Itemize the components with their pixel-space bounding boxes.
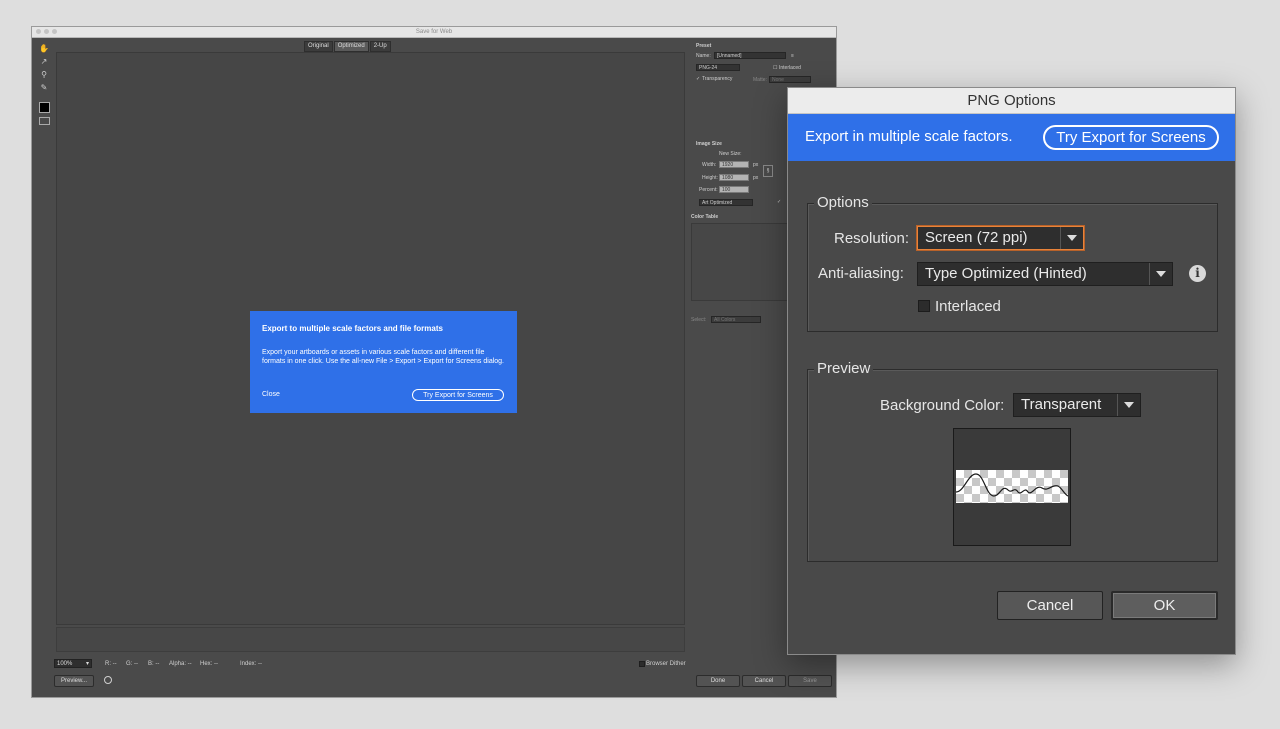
- info-icon[interactable]: i: [1189, 265, 1206, 282]
- browser-dither-label: Browser Dither: [646, 661, 686, 667]
- height-input[interactable]: 1080: [719, 174, 749, 181]
- preview-legend: Preview: [814, 360, 874, 377]
- done-button[interactable]: Done: [696, 675, 740, 687]
- resolution-select[interactable]: Screen (72 ppi): [917, 226, 1084, 250]
- transparency-check-icon[interactable]: ✓: [696, 76, 700, 82]
- green-readout: G: --: [126, 661, 138, 667]
- png-options-dialog: PNG Options Export in multiple scale fac…: [787, 87, 1236, 655]
- tab-optimized[interactable]: Optimized: [333, 41, 369, 52]
- hex-readout: Hex: --: [200, 661, 218, 667]
- waveform-preview-graphic: [956, 473, 1068, 497]
- eyedropper-tool-icon[interactable]: ✎: [36, 82, 52, 94]
- slice-select-tool-icon[interactable]: ↗: [36, 56, 52, 68]
- try-export-for-screens-button[interactable]: Try Export for Screens: [1043, 125, 1219, 150]
- popup-body: Export your artboards or assets in vario…: [262, 349, 504, 365]
- color-table[interactable]: [691, 223, 791, 301]
- constrain-proportions-link-icon[interactable]: §: [763, 165, 773, 177]
- chevron-down-icon: [1149, 263, 1172, 285]
- banner-text: Export in multiple scale factors.: [805, 128, 1013, 145]
- select-colors-select[interactable]: All Colors: [711, 316, 761, 323]
- title-bar: Save for Web: [32, 27, 836, 38]
- dialog-title-bar: PNG Options: [788, 88, 1235, 114]
- art-optimization-value: Art Optimized: [702, 200, 733, 206]
- ok-button[interactable]: OK: [1111, 591, 1218, 620]
- resolution-label: Resolution:: [834, 230, 910, 247]
- chevron-down-icon: [1117, 394, 1140, 416]
- interlaced-label: Interlaced: [779, 65, 801, 71]
- preview-button[interactable]: Preview...: [54, 675, 94, 687]
- eyedropper-color-swatch[interactable]: [39, 102, 50, 113]
- chevron-down-icon: [1060, 227, 1083, 249]
- anti-aliasing-value: Type Optimized (Hinted): [925, 265, 1087, 282]
- transparency-label: Transparency: [702, 76, 733, 82]
- cancel-button[interactable]: Cancel: [742, 675, 786, 687]
- background-color-label: Background Color:: [880, 397, 1005, 414]
- dialog-title: PNG Options: [967, 92, 1056, 109]
- percent-label: Percent:: [699, 187, 718, 193]
- matte-label: Matte:: [753, 77, 767, 83]
- matte-select[interactable]: None: [769, 76, 811, 83]
- hand-tool-icon[interactable]: ✋: [36, 43, 52, 55]
- zoom-level-select[interactable]: 100% ▾: [54, 659, 92, 668]
- new-size-label: New Size:: [719, 151, 742, 157]
- interlaced-label: Interlaced: [935, 298, 1001, 315]
- clip-to-artboard-check-icon[interactable]: ✓: [777, 199, 781, 205]
- preset-name-select[interactable]: [Unnamed]: [714, 52, 786, 59]
- browser-dither-checkbox[interactable]: [639, 661, 645, 667]
- select-colors-value: All Colors: [714, 317, 736, 323]
- matte-value: None: [772, 77, 784, 83]
- preset-name-value: [Unnamed]: [717, 53, 742, 59]
- width-label: Width:: [702, 162, 717, 168]
- width-unit: px: [753, 162, 759, 168]
- select-label: Select:: [691, 317, 707, 323]
- preset-menu-icon[interactable]: ≡: [791, 53, 794, 59]
- save-button[interactable]: Save: [788, 675, 832, 687]
- file-format-select[interactable]: PNG-24: [696, 64, 740, 71]
- export-for-screens-popup: Export to multiple scale factors and fil…: [250, 311, 517, 413]
- tool-bar: ✋ ↗ ⚲ ✎: [36, 43, 52, 133]
- width-input[interactable]: 1920: [719, 161, 749, 168]
- anti-aliasing-label: Anti-aliasing:: [818, 265, 904, 282]
- height-label: Height:: [702, 175, 718, 181]
- preset-name-label: Name:: [696, 53, 711, 59]
- tab-2-up[interactable]: 2-Up: [369, 41, 391, 52]
- background-color-value: Transparent: [1021, 396, 1102, 413]
- window-title: Save for Web: [415, 29, 453, 35]
- popup-try-export-button[interactable]: Try Export for Screens: [412, 389, 504, 401]
- zoom-level-value: 100%: [57, 661, 73, 667]
- art-optimization-select[interactable]: Art Optimized: [699, 199, 753, 206]
- export-banner: Export in multiple scale factors. Try Ex…: [788, 114, 1235, 161]
- preset-heading: Preset: [696, 43, 712, 49]
- options-legend: Options: [814, 194, 872, 211]
- alpha-readout: Alpha: --: [169, 661, 192, 667]
- height-unit: px: [753, 175, 759, 181]
- red-readout: R: --: [105, 661, 117, 667]
- file-format-value: PNG-24: [699, 65, 718, 71]
- view-tabs: Original Optimized 2-Up: [304, 41, 392, 52]
- interlaced-checkbox[interactable]: ☐: [773, 65, 777, 71]
- save-for-web-window: Save for Web ✋ ↗ ⚲ ✎ Original Optimized 2-…: [31, 26, 837, 698]
- zoom-tool-icon[interactable]: ⚲: [36, 69, 52, 81]
- color-table-heading: Color Table: [691, 214, 719, 220]
- preview-info-strip: [56, 627, 685, 652]
- cancel-button[interactable]: Cancel: [997, 591, 1103, 620]
- image-size-heading: Image Size: [696, 141, 722, 147]
- toggle-slices-visibility-icon[interactable]: [39, 117, 50, 125]
- preview-thumbnail: [953, 428, 1071, 546]
- popup-close-link[interactable]: Close: [262, 391, 280, 398]
- popup-title: Export to multiple scale factors and fil…: [262, 324, 443, 333]
- resolution-value: Screen (72 ppi): [925, 229, 1028, 246]
- background-color-select[interactable]: Transparent: [1013, 393, 1141, 417]
- chevron-down-icon: ▾: [85, 661, 89, 667]
- index-readout: Index: --: [240, 661, 263, 667]
- percent-input[interactable]: 100: [719, 186, 749, 193]
- tab-original[interactable]: Original: [304, 41, 333, 52]
- anti-aliasing-select[interactable]: Type Optimized (Hinted): [917, 262, 1173, 286]
- status-bar: 100% ▾ R: -- G: -- B: -- Alpha: -- Hex: -…: [54, 659, 694, 669]
- blue-readout: B: --: [148, 661, 160, 667]
- transparency-checkerboard: [956, 470, 1068, 503]
- interlaced-checkbox[interactable]: [918, 300, 930, 312]
- browser-globe-icon[interactable]: [104, 676, 112, 684]
